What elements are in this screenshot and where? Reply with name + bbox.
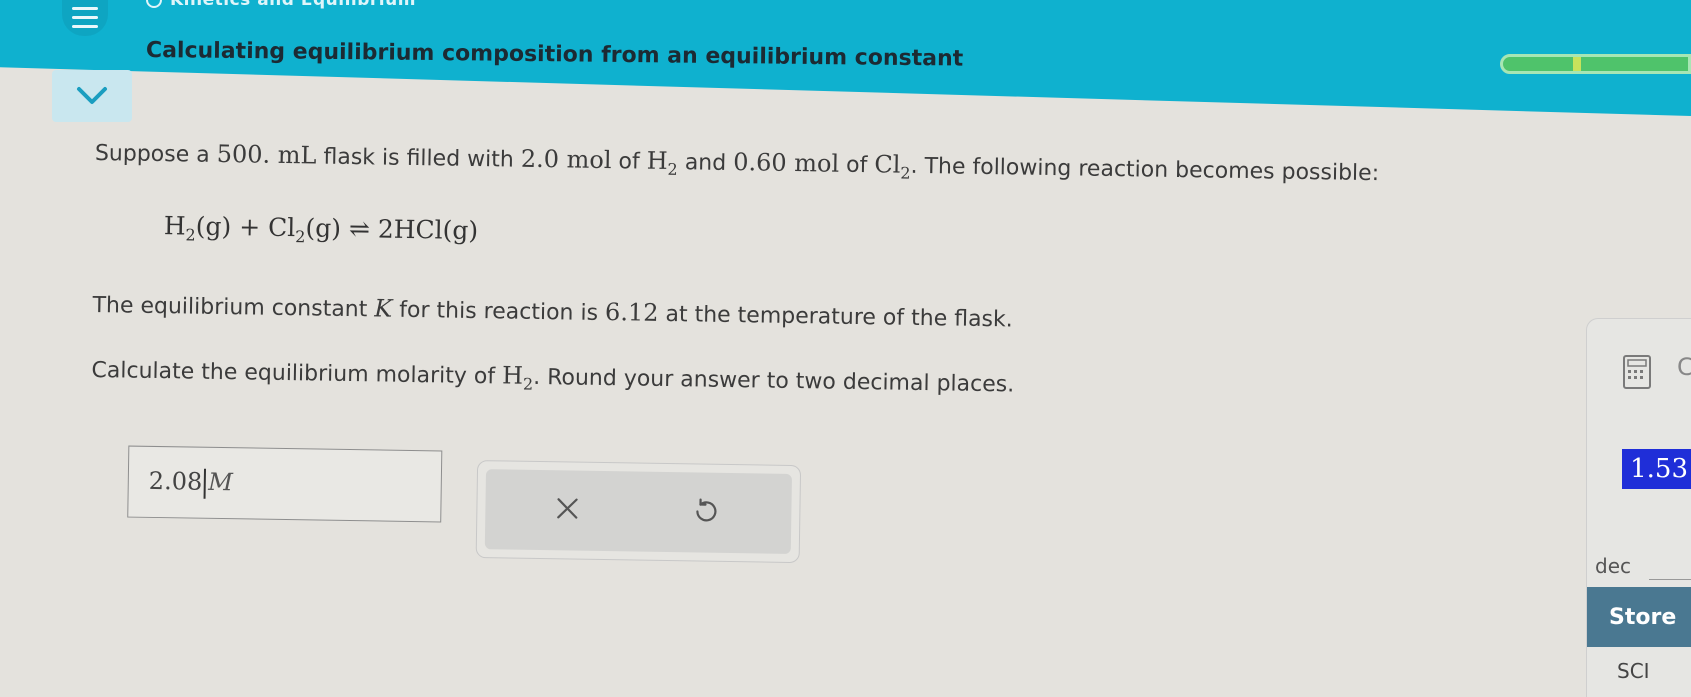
undo-icon [696,498,717,522]
text: Suppose a [94,141,210,168]
calculator-glyph [1627,359,1647,379]
subscript: 2 [185,225,196,245]
answer-value: 2.08 [148,466,203,496]
answer-field[interactable]: 2.08 M [149,467,233,499]
text: . Round your answer to two decimal place… [533,364,1015,398]
k-symbol: K [374,294,393,323]
question-line-3: Calculate the equilibrium molarity of H2… [91,355,1014,401]
reaction-equation: H2(g) + Cl2(g) ⇌ 2HCl(g) [164,211,479,249]
text: Calculate the equilibrium molarity of [91,357,496,390]
formula-h2: H2 [646,146,678,179]
calculator-icon[interactable] [1623,355,1651,389]
clear-button[interactable] [547,488,588,529]
volume-value: 500. mL [216,139,317,170]
question-line-1: Suppose a 500. mL flask is filled with 2… [95,138,1380,190]
subscript: 2 [295,227,306,247]
product: 2HCl(g) [377,214,479,246]
element: Cl [874,150,901,179]
subscript: 2 [522,374,534,394]
question-line-2: The equilibrium constant K for this reac… [92,290,1013,332]
action-panel [475,460,802,564]
text: The equilibrium constant [92,292,368,323]
calculator-display: 1.53 [1622,449,1691,489]
dec-divider [1649,579,1691,580]
element: H [501,361,524,390]
text: . The following reaction becomes possibl… [910,153,1380,187]
subscript: 2 [667,159,678,179]
element: H [646,146,668,175]
text: for this reaction is [399,297,599,326]
store-button[interactable]: Store [1587,587,1691,647]
text: flask is filled with [323,144,514,173]
moles-h2: 2.0 mol [520,144,612,175]
text: and [684,150,727,176]
moles-cl2: 0.60 mol [732,148,840,178]
answer-unit: M [208,467,234,497]
phase: (g) [305,213,342,243]
calculator-panel: C 1.53 dec Store SCI [1586,318,1691,697]
element: H [163,211,186,241]
text: at the temperature of the flask. [665,301,1013,333]
phase: (g) [195,211,232,242]
sci-label[interactable]: SCI [1617,659,1650,683]
undo-button[interactable] [685,490,726,531]
answer-input[interactable]: 2.08 M [127,445,443,523]
formula-cl2: Cl2 [874,150,911,183]
equilibrium-arrow: ⇌ [348,214,371,244]
question-content: Suppose a 500. mL flask is filled with 2… [0,0,1691,697]
calculator-c-label[interactable]: C [1677,353,1691,381]
text-cursor [203,468,207,499]
action-buttons [484,469,792,554]
element: Cl [267,212,296,243]
plus: + [239,212,261,242]
text: of [845,152,868,179]
text: of [618,149,640,175]
subscript: 2 [900,163,911,183]
k-value: 6.12 [604,298,659,327]
formula-h2: H2 [501,361,534,393]
close-icon [557,498,578,519]
dec-label: dec [1595,554,1631,578]
